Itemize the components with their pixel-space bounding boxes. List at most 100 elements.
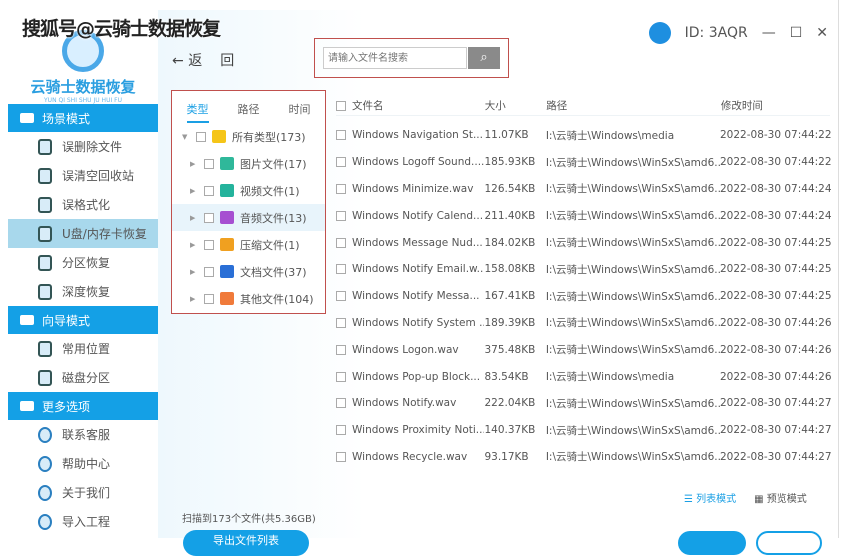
tree-node[interactable]: ▶ 其他文件(104) — [172, 285, 325, 312]
logo-title: 云骑士数据恢复 — [30, 78, 136, 96]
logo-subtitle: YUN QI SHI SHU JU HUI FU — [44, 97, 122, 104]
table-row[interactable]: Windows Proximity Noti... 140.37KB I:\云骑士\… — [336, 417, 832, 444]
sidebar-item[interactable]: 磁盘分区 — [8, 363, 158, 392]
row-checkbox[interactable] — [336, 291, 346, 302]
row-checkbox[interactable] — [336, 398, 346, 409]
tree-checkbox[interactable] — [204, 293, 214, 304]
file-path: I:\云骑士\Windows\WinSxS\amd6... — [545, 263, 720, 276]
tree-node[interactable]: ▼ 所有类型(173) — [172, 123, 325, 150]
sidebar-section-header[interactable]: 向导模式 — [8, 306, 158, 334]
sidebar-item[interactable]: 导入工程 — [8, 507, 158, 536]
search-button[interactable]: ⌕ — [468, 47, 500, 69]
file-type-icon — [220, 292, 234, 305]
list-mode-button[interactable]: ☰ 列表模式 — [684, 490, 736, 505]
file-name: Windows Logoff Sound.... — [352, 156, 485, 169]
tree-checkbox[interactable] — [204, 158, 214, 169]
tree-tab[interactable]: 路径 — [238, 101, 260, 123]
table-row[interactable]: Windows Notify Email.w... 158.08KB I:\云骑士\… — [336, 256, 832, 283]
tree-checkbox[interactable] — [204, 239, 214, 250]
tree-checkbox[interactable] — [204, 212, 214, 223]
sidebar-item[interactable]: 帮助中心 — [8, 449, 158, 478]
tree-node[interactable]: ▶ 音频文件(13) — [172, 204, 325, 231]
table-row[interactable]: Windows Notify System ... 189.39KB I:\云骑士\… — [336, 310, 832, 337]
close-button[interactable]: ✕ — [816, 25, 828, 41]
table-row[interactable]: Windows Pop-up Block... 83.54KB I:\云骑士\Win… — [336, 363, 832, 390]
file-size: 222.04KB — [484, 397, 536, 410]
sidebar-item-label: 磁盘分区 — [62, 371, 111, 385]
row-checkbox[interactable] — [336, 344, 346, 355]
tree-node[interactable]: ▶ 压缩文件(1) — [172, 231, 325, 258]
expand-right-icon[interactable]: ▶ — [190, 295, 198, 303]
table-row[interactable]: Windows Logon.wav 375.48KB I:\云骑士\Windows\… — [336, 336, 832, 363]
expand-right-icon[interactable]: ▶ — [190, 214, 198, 222]
minimize-button[interactable]: — — [762, 25, 776, 41]
back-text[interactable]: 回 — [220, 50, 234, 70]
tree-checkbox[interactable] — [204, 266, 214, 277]
sidebar-item-icon — [38, 455, 52, 472]
search-input[interactable] — [323, 47, 467, 69]
tree-checkbox[interactable] — [204, 185, 214, 196]
file-modified: 2022-08-30 07:44:25 — [720, 290, 832, 303]
column-header[interactable]: 修改时间 — [721, 98, 830, 113]
table-row[interactable]: Windows Notify Calend... 211.40KB I:\云骑士\W… — [336, 202, 832, 229]
row-checkbox[interactable] — [336, 371, 346, 382]
expand-down-icon[interactable]: ▼ — [182, 133, 190, 141]
column-header[interactable]: 大小 — [485, 98, 547, 113]
row-checkbox[interactable] — [336, 130, 346, 141]
expand-right-icon[interactable]: ▶ — [190, 241, 198, 249]
back-button[interactable]: ← 返 — [172, 50, 202, 70]
table-row[interactable]: Windows Logoff Sound.... 185.93KB I:\云骑士\W… — [336, 149, 832, 176]
sidebar-item[interactable]: 误格式化 — [8, 190, 158, 219]
table-row[interactable]: Windows Navigation St... 11.07KB I:\云骑士\Wi… — [336, 122, 832, 149]
column-header[interactable]: 文件名 — [352, 98, 384, 113]
sidebar-section-header[interactable]: 更多选项 — [8, 392, 158, 420]
recover-button[interactable] — [678, 531, 746, 555]
row-checkbox[interactable] — [336, 264, 346, 275]
tree-tab[interactable]: 时间 — [289, 101, 311, 123]
row-checkbox[interactable] — [336, 317, 346, 328]
sidebar-item[interactable]: 关于我们 — [8, 478, 158, 507]
sidebar-item[interactable]: 误清空回收站 — [8, 161, 158, 190]
sidebar-item[interactable]: 分区恢复 — [8, 248, 158, 277]
select-all-checkbox[interactable] — [336, 100, 346, 111]
file-size: 167.41KB — [484, 290, 536, 303]
table-row[interactable]: Windows Notify Messa... 167.41KB I:\云骑士\Wi… — [336, 283, 832, 310]
table-row[interactable]: Windows Message Nud... 184.02KB I:\云骑士\Win… — [336, 229, 832, 256]
search-icon: ⌕ — [480, 50, 488, 65]
row-checkbox[interactable] — [336, 425, 346, 436]
table-row[interactable]: Windows Notify.wav 222.04KB I:\云骑士\Windows… — [336, 390, 832, 417]
sidebar-item[interactable]: 联系客服 — [8, 420, 158, 449]
sidebar-item[interactable]: 误删除文件 — [8, 132, 158, 161]
sidebar-item[interactable]: 深度恢复 — [8, 277, 158, 306]
row-checkbox[interactable] — [336, 157, 346, 168]
file-name: Windows Notify System ... — [352, 316, 485, 329]
table-row[interactable]: Windows Recycle.wav 93.17KB I:\云骑士\Windows… — [336, 444, 832, 471]
tree-node[interactable]: ▶ 图片文件(17) — [172, 150, 325, 177]
column-header[interactable]: 路径 — [546, 98, 721, 113]
row-checkbox[interactable] — [336, 237, 346, 248]
file-path: I:\云骑士\Windows\WinSxS\amd6... — [545, 210, 720, 223]
row-checkbox[interactable] — [336, 210, 346, 221]
preview-mode-button[interactable]: ▦ 预览模式 — [754, 490, 807, 505]
expand-right-icon[interactable]: ▶ — [190, 160, 198, 168]
sidebar-item-icon — [38, 426, 52, 443]
table-row[interactable]: Windows Minimize.wav 126.54KB I:\云骑士\Windo… — [336, 176, 832, 203]
row-checkbox[interactable] — [336, 451, 346, 462]
expand-right-icon[interactable]: ▶ — [190, 187, 198, 195]
row-checkbox[interactable] — [336, 183, 346, 194]
file-size: 185.93KB — [484, 156, 536, 169]
export-list-button[interactable]: 导出文件列表 — [183, 530, 309, 556]
tree-node[interactable]: ▶ 文档文件(37) — [172, 258, 325, 285]
tree-tab[interactable]: 类型 — [186, 101, 209, 123]
file-modified: 2022-08-30 07:44:25 — [720, 236, 832, 249]
sidebar-item[interactable]: U盘/内存卡恢复 — [8, 219, 158, 248]
maximize-button[interactable]: ☐ — [790, 25, 803, 41]
id-label: ID: 3AQR — [684, 25, 748, 41]
tree-checkbox[interactable] — [196, 131, 206, 142]
sidebar-item[interactable]: 常用位置 — [8, 334, 158, 363]
section-label: 场景模式 — [42, 111, 91, 126]
tree-node[interactable]: ▶ 视频文件(1) — [172, 177, 325, 204]
secondary-button[interactable] — [756, 531, 822, 555]
sidebar-section-header[interactable]: 场景模式 — [8, 104, 158, 132]
expand-right-icon[interactable]: ▶ — [190, 268, 198, 276]
